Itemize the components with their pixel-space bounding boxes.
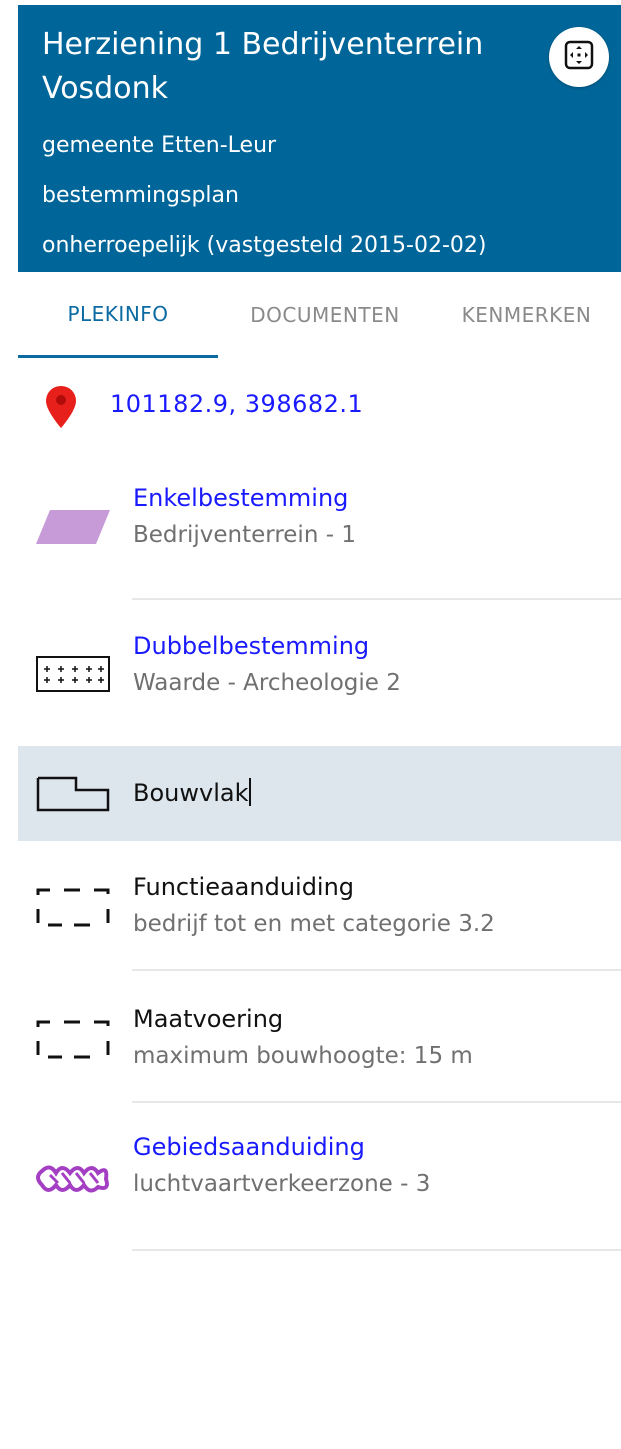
tab-kenmerken[interactable]: KENMERKEN: [432, 272, 621, 358]
divider: [132, 1249, 621, 1251]
plan-title: Herziening 1 Bedrijventerrein Vosdonk: [42, 27, 484, 106]
list-item-maatvoering[interactable]: Maatvoering maximum bouwhoogte: 15 m: [18, 997, 621, 1107]
item-title[interactable]: Dubbelbestemming: [133, 632, 369, 660]
list-item-gebiedsaanduiding[interactable]: Gebiedsaanduiding luchtvaartverkeerzone …: [18, 1125, 621, 1245]
divider: [132, 598, 621, 600]
divider: [132, 969, 621, 971]
dashed-rectangle-icon: [36, 885, 112, 933]
divider: [132, 1101, 621, 1103]
plus-grid-icon: [36, 656, 112, 698]
map-pin-icon: [44, 384, 78, 434]
parallelogram-purple-icon: [36, 508, 112, 550]
text-cursor: [249, 778, 252, 806]
plan-header: Herziening 1 Bedrijventerrein Vosdonk ge…: [18, 5, 621, 272]
municipality-label: gemeente Etten-Leur: [42, 133, 277, 158]
item-title[interactable]: Gebiedsaanduiding: [133, 1133, 365, 1161]
plan-status-label: onherroepelijk (vastgesteld 2015-02-02): [42, 233, 487, 258]
item-subtitle: Waarde - Archeologie 2: [133, 670, 401, 696]
tab-documenten[interactable]: DOCUMENTEN: [218, 272, 432, 358]
list-item-bouwvlak[interactable]: Bouwvlak: [18, 746, 621, 841]
expand-arrows-icon: [563, 39, 595, 75]
location-row: 101182.9, 398682.1: [18, 370, 621, 440]
zigzag-area-purple-icon: [36, 1161, 112, 1199]
coordinates-link[interactable]: 101182.9, 398682.1: [110, 390, 363, 418]
list-item-dubbelbestemming[interactable]: Dubbelbestemming Waarde - Archeologie 2: [18, 618, 621, 738]
item-title[interactable]: Enkelbestemming: [133, 484, 348, 512]
item-title: Functieaanduiding: [133, 873, 355, 901]
item-subtitle: Bedrijventerrein - 1: [133, 522, 356, 548]
list-item-functieaanduiding[interactable]: Functieaanduiding bedrijf tot en met cat…: [18, 865, 621, 975]
fullscreen-button[interactable]: [549, 27, 609, 87]
building-plane-outline-icon: [36, 776, 112, 816]
item-subtitle: maximum bouwhoogte: 15 m: [133, 1043, 473, 1069]
plan-type-label: bestemmingsplan: [42, 183, 239, 208]
item-title: Maatvoering: [133, 1005, 284, 1033]
item-subtitle: bedrijf tot en met categorie 3.2: [133, 911, 495, 937]
tab-plekinfo[interactable]: PLEKINFO: [18, 272, 218, 358]
dashed-rectangle-icon: [36, 1017, 112, 1065]
item-title[interactable]: Bouwvlak: [133, 778, 252, 807]
item-subtitle: luchtvaartverkeerzone - 3: [133, 1171, 431, 1197]
list-item-enkelbestemming[interactable]: Enkelbestemming Bedrijventerrein - 1: [18, 470, 621, 600]
tab-bar: PLEKINFO DOCUMENTEN KENMERKEN: [18, 272, 621, 358]
